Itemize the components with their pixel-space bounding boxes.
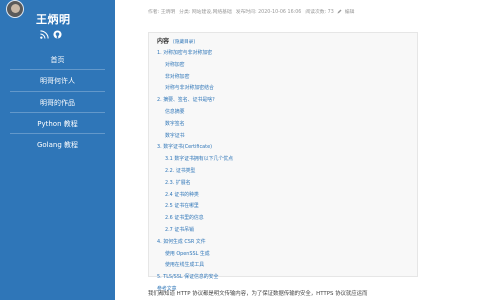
toc-header: 内容 [隐藏目录] xyxy=(157,36,409,45)
article-first-line: 我们都知道 HTTP 协议都是明文传输内容，为了保证数据传输的安全，HTTPS … xyxy=(148,291,368,297)
social-links xyxy=(40,30,62,39)
toc-title: 内容 xyxy=(157,38,170,45)
edit-icon[interactable] xyxy=(337,9,342,14)
toc-item[interactable]: 非对称加密 xyxy=(157,72,409,84)
toc-item[interactable]: 2.7 证书吊销 xyxy=(157,225,409,237)
nav-item-home[interactable]: 首页 xyxy=(0,52,115,68)
toc-item[interactable]: 2.2. 证书类型 xyxy=(157,166,409,178)
site-name[interactable]: 王炳明 xyxy=(36,11,71,27)
toc-item[interactable]: 3. 数字证书(Certificate) xyxy=(157,142,409,154)
avatar[interactable] xyxy=(6,0,24,18)
toc-item[interactable]: 使用 OpenSSL 生成 xyxy=(157,249,409,261)
main-nav: 首页 明哥何许人 明哥的作品 Python 教程 Golang 教程 xyxy=(0,52,115,154)
toc-item[interactable]: 1. 对称加密与非对称加密 xyxy=(157,48,409,60)
toc-item[interactable]: 对称与非对称加密结合 xyxy=(157,83,409,95)
toc-item[interactable]: 数字签名 xyxy=(157,119,409,131)
nav-divider xyxy=(10,69,105,71)
sidebar: 王炳明 首页 明哥何许人 明哥的作品 Python 教程 Golang 教程 xyxy=(0,0,115,300)
toc-item[interactable]: 对称加密 xyxy=(157,60,409,72)
meta-category: 分类: 网站建设,网络基础 xyxy=(179,10,232,15)
toc-item[interactable]: 4. 如何生成 CSR 文件 xyxy=(157,237,409,249)
nav-item-about[interactable]: 明哥何许人 xyxy=(0,73,115,89)
github-icon[interactable] xyxy=(53,30,62,39)
toc-item[interactable]: 3.1 数字证书拥有以下几个优点 xyxy=(157,154,409,166)
nav-item-works[interactable]: 明哥的作品 xyxy=(0,95,115,111)
toc-item[interactable]: 2.4 证书的种类 xyxy=(157,190,409,202)
nav-item-python[interactable]: Python 教程 xyxy=(0,116,115,132)
toc-item[interactable]: 2.6 证书里的信息 xyxy=(157,213,409,225)
toc-item[interactable]: 2. 摘要、签名、证书是啥? xyxy=(157,95,409,107)
toc-list: 1. 对称加密与非对称加密 对称加密 非对称加密 对称与非对称加密结合 2. 摘要、签名… xyxy=(157,48,409,296)
toc-toggle-link[interactable]: [隐藏目录] xyxy=(173,40,195,45)
toc-item[interactable]: 信息摘要 xyxy=(157,107,409,119)
nav-divider xyxy=(10,111,105,113)
nav-item-golang[interactable]: Golang 教程 xyxy=(0,137,115,153)
meta-author: 作者: 王炳明 xyxy=(148,10,176,15)
toc-item[interactable]: 使用在线生成工具 xyxy=(157,260,409,272)
meta-published: 发布时间: 2020-10-06 16:06 xyxy=(235,10,302,15)
edit-link[interactable]: 编辑 xyxy=(345,8,355,15)
table-of-contents: 内容 [隐藏目录] 1. 对称加密与非对称加密 对称加密 非对称加密 对称与非对称加密… xyxy=(148,32,418,292)
post-meta: 作者: 王炳明 分类: 网站建设,网络基础 发布时间: 2020-10-06 1… xyxy=(148,8,354,15)
toc-item[interactable]: 2.5 证书在哪里 xyxy=(157,201,409,213)
nav-divider xyxy=(10,90,105,92)
toc-item[interactable]: 2.3. 扩展名 xyxy=(157,178,409,190)
nav-divider xyxy=(10,133,105,135)
rss-icon[interactable] xyxy=(40,30,49,39)
toc-item[interactable]: 数字证书 xyxy=(157,131,409,143)
meta-views: 阅读次数: 73 xyxy=(305,10,334,15)
toc-item[interactable]: 5. TLS/SSL 保证信息的安全 xyxy=(157,272,409,284)
